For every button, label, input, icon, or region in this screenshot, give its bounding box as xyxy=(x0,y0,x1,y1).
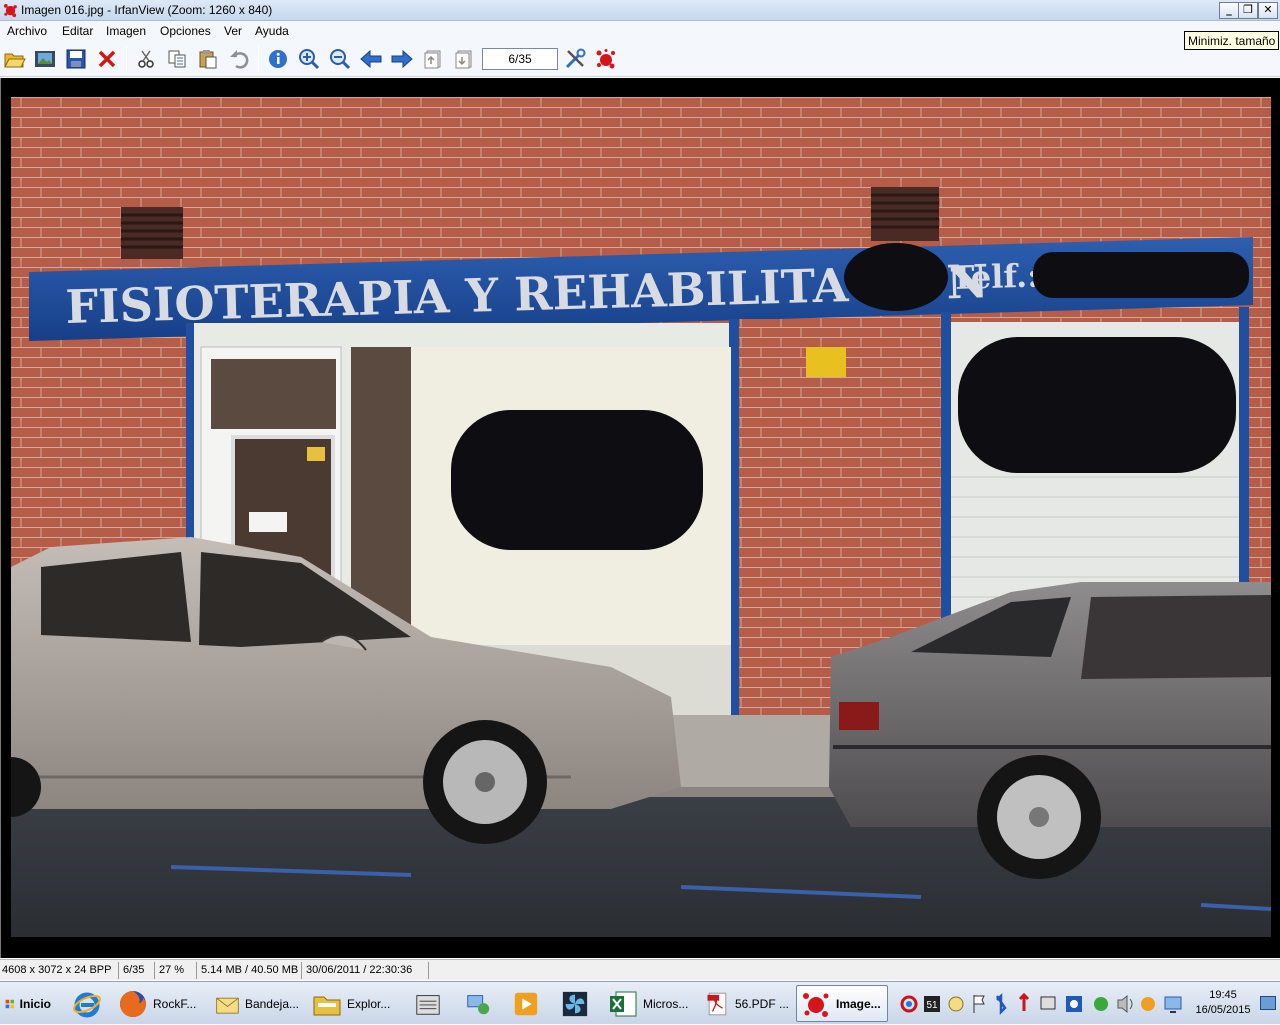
tray-icon-bluetooth[interactable] xyxy=(995,992,1007,1016)
taskbar-label: 56.PDF ... xyxy=(734,996,789,1011)
mail-icon xyxy=(216,997,239,1014)
close-button[interactable]: ✕ xyxy=(1258,2,1278,19)
clock-date: 16/05/2015 xyxy=(1195,1004,1251,1016)
quicklaunch-media[interactable] xyxy=(508,985,544,1022)
quicklaunch-network[interactable] xyxy=(460,985,496,1022)
tray-badge-count: 51 xyxy=(926,1000,938,1011)
menu-imagen[interactable]: Imagen xyxy=(104,23,148,39)
tooltip: Minimiz. tamaño xyxy=(1184,31,1280,50)
clock-time: 19:45 xyxy=(1209,989,1237,1001)
info-icon[interactable] xyxy=(266,47,290,71)
tray-icon-status[interactable] xyxy=(1094,997,1108,1011)
show-desktop-icon[interactable] xyxy=(1260,996,1276,1010)
next-icon[interactable] xyxy=(390,47,414,71)
taskbar-label: Explor... xyxy=(347,996,391,1011)
zoom-out-icon[interactable] xyxy=(328,47,352,71)
tray-icon-usb[interactable] xyxy=(1018,992,1030,1011)
scanner-icon xyxy=(416,994,440,1015)
taskbar-button-excel[interactable]: Micros... xyxy=(604,985,696,1022)
tray-icon-volume[interactable] xyxy=(1117,994,1133,1014)
status-datetime: 30/06/2011 / 22:30:36 xyxy=(304,962,429,979)
taskbar-label: Image... xyxy=(836,996,881,1011)
status-zoom: 27 % xyxy=(157,962,197,979)
minimize-button[interactable]: _ xyxy=(1219,2,1239,19)
page-indicator[interactable]: 6/35 xyxy=(482,48,558,70)
taskbar: Inicio RockF... Bandeja... Explor... Mic… xyxy=(0,981,1280,1024)
title-bar[interactable]: Imagen 016.jpg - IrfanView (Zoom: 1260 x… xyxy=(0,0,1280,21)
copy-icon[interactable] xyxy=(165,47,189,71)
pdf-icon xyxy=(707,992,727,1015)
media-player-icon xyxy=(514,992,538,1015)
taskbar-label: Bandeja... xyxy=(244,996,299,1011)
tray-icon-badge[interactable]: 51 xyxy=(924,996,940,1012)
start-label: Inicio xyxy=(19,996,51,1011)
photo: FISIOTERAPIA Y REHABILITACIÓN Telf.: xyxy=(11,97,1271,937)
settings-icon[interactable] xyxy=(563,47,587,71)
irfanview-logo-icon xyxy=(3,3,17,18)
toolbar-separator xyxy=(258,46,259,72)
zoom-in-icon[interactable] xyxy=(297,47,321,71)
menu-opciones[interactable]: Opciones xyxy=(158,23,213,39)
slideshow-icon[interactable] xyxy=(33,47,57,71)
paste-icon[interactable] xyxy=(196,47,220,71)
ie-quicklaunch[interactable] xyxy=(68,985,108,1022)
cut-icon[interactable] xyxy=(134,47,158,71)
menu-editar[interactable]: Editar xyxy=(60,23,95,39)
menu-archivo[interactable]: Archivo xyxy=(5,23,49,39)
phone-label: Telf.: xyxy=(950,257,1039,297)
internet-explorer-icon xyxy=(73,992,101,1017)
irfanview-logo-icon[interactable] xyxy=(594,47,618,71)
delete-icon[interactable] xyxy=(95,47,119,71)
next-page-icon[interactable] xyxy=(452,47,476,71)
toolbar: 6/35 xyxy=(0,41,1280,77)
taskbar-button-explorer[interactable]: Explor... xyxy=(308,985,400,1022)
windows-logo-icon xyxy=(5,999,15,1008)
excel-icon xyxy=(610,991,637,1016)
taskbar-button-pdf[interactable]: 56.PDF ... xyxy=(701,985,793,1022)
previous-icon[interactable] xyxy=(359,47,383,71)
system-tray: 51 xyxy=(893,985,1199,1022)
quicklaunch-fan[interactable] xyxy=(557,985,593,1022)
status-dimensions: 4608 x 3072 x 24 BPP xyxy=(0,962,119,979)
tray-icon-update[interactable] xyxy=(1066,996,1082,1012)
save-icon[interactable] xyxy=(64,47,88,71)
menu-ver[interactable]: Ver xyxy=(222,23,244,39)
tray-icon-power[interactable] xyxy=(1141,997,1155,1011)
quicklaunch-scanner[interactable] xyxy=(410,985,446,1022)
image-viewport[interactable]: FISIOTERAPIA Y REHABILITACIÓN Telf.: xyxy=(0,78,1280,958)
network-icon xyxy=(467,994,490,1014)
toolbar-separator xyxy=(126,46,127,72)
firefox-icon xyxy=(120,990,146,1017)
first-page-icon[interactable] xyxy=(421,47,445,71)
tray-icon-network[interactable] xyxy=(1040,996,1056,1010)
irfanview-window: Imagen 016.jpg - IrfanView (Zoom: 1260 x… xyxy=(0,0,1280,1024)
menu-bar: Archivo Editar Imagen Opciones Ver Ayuda xyxy=(0,21,1280,41)
window-title: Imagen 016.jpg - IrfanView (Zoom: 1260 x… xyxy=(21,3,273,17)
status-filesize: 5.14 MB / 40.50 MB xyxy=(199,962,302,979)
status-index: 6/35 xyxy=(121,962,155,979)
folder-icon xyxy=(313,996,341,1015)
fan-icon xyxy=(562,991,588,1016)
restore-button[interactable]: ❐ xyxy=(1238,2,1258,19)
tray-icon-display[interactable] xyxy=(1164,996,1182,1013)
clock[interactable]: 19:45 16/05/2015 xyxy=(1190,988,1256,1018)
open-folder-icon[interactable] xyxy=(3,47,27,71)
tray-icon-flag[interactable] xyxy=(973,995,985,1013)
taskbar-button-firefox[interactable]: RockF... xyxy=(114,985,206,1022)
taskbar-label: Micros... xyxy=(643,996,689,1011)
status-bar: 4608 x 3072 x 24 BPP 6/35 27 % 5.14 MB /… xyxy=(0,959,1280,980)
menu-ayuda[interactable]: Ayuda xyxy=(253,23,291,39)
start-button[interactable]: Inicio xyxy=(1,985,55,1022)
taskbar-label: RockF... xyxy=(153,996,197,1011)
irfanview-icon xyxy=(803,992,829,1017)
tray-icon-sync[interactable] xyxy=(900,995,918,1013)
photo-canvas: FISIOTERAPIA Y REHABILITACIÓN Telf.: xyxy=(11,97,1271,937)
taskbar-button-bandeja[interactable]: Bandeja... xyxy=(211,985,303,1022)
undo-icon[interactable] xyxy=(227,47,251,71)
tray-icon-messenger[interactable] xyxy=(948,996,964,1012)
taskbar-button-irfanview[interactable]: Image... xyxy=(796,985,888,1022)
